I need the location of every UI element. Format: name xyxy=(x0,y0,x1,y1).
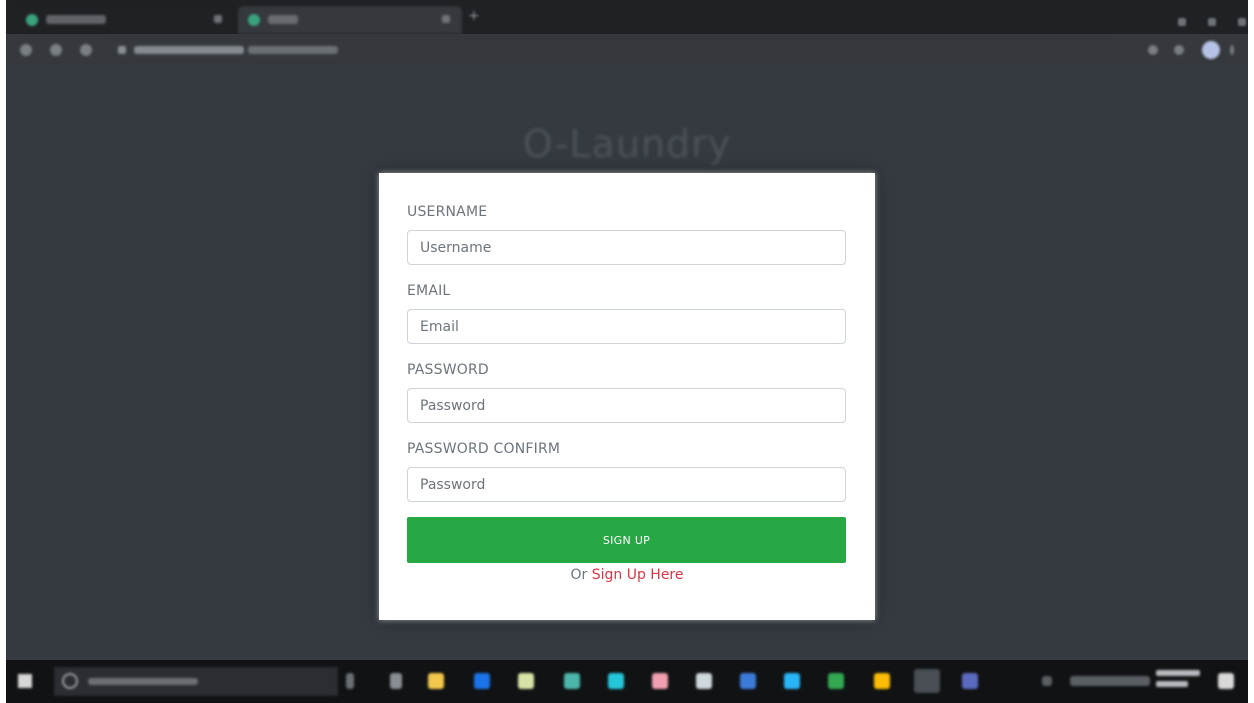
notes-app-icon[interactable] xyxy=(518,673,534,689)
taskbar-clock[interactable] xyxy=(1156,670,1200,692)
os-taskbar xyxy=(6,660,1248,703)
taskbar-app-icon[interactable] xyxy=(652,673,668,689)
email-label: EMAIL xyxy=(407,283,451,299)
forward-icon[interactable] xyxy=(50,44,62,56)
back-icon[interactable] xyxy=(20,44,32,56)
menu-kebab-icon[interactable] xyxy=(1230,45,1234,55)
laundry-favicon-icon xyxy=(26,14,38,26)
tab-title-placeholder xyxy=(46,15,106,24)
close-window-icon[interactable] xyxy=(1238,18,1246,26)
laundry-favicon-icon xyxy=(248,14,260,26)
sign-up-button[interactable]: SIGN UP xyxy=(407,517,846,563)
task-view-icon[interactable] xyxy=(346,673,354,689)
profile-avatar-icon[interactable] xyxy=(1202,41,1220,59)
tab-title-placeholder xyxy=(268,15,298,24)
alternate-action-line: Or Sign Up Here xyxy=(379,567,875,583)
close-icon[interactable] xyxy=(442,15,450,23)
sign-up-here-link[interactable]: Sign Up Here xyxy=(592,567,684,583)
close-icon[interactable] xyxy=(214,15,222,23)
signup-card: USERNAME EMAIL PASSWORD PASSWORD CONFIRM… xyxy=(379,173,875,620)
reload-icon[interactable] xyxy=(80,44,92,56)
url-host-blurred xyxy=(134,46,244,54)
notification-icon[interactable] xyxy=(1218,673,1234,689)
taskbar-search-box[interactable] xyxy=(54,667,338,696)
alt-prefix-text: Or xyxy=(570,567,588,583)
lock-icon xyxy=(118,46,126,54)
search-icon xyxy=(62,673,78,689)
chrome-browser-icon[interactable] xyxy=(914,669,940,693)
bookmark-icon[interactable] xyxy=(1148,45,1158,55)
password-input[interactable] xyxy=(407,388,846,423)
password-label: PASSWORD xyxy=(407,362,489,378)
maximize-icon[interactable] xyxy=(1208,18,1216,26)
extensions-icon[interactable] xyxy=(1174,45,1184,55)
password-confirm-input[interactable] xyxy=(407,467,846,502)
page-viewport: O-Laundry USERNAME EMAIL PASSWORD PASSWO… xyxy=(6,66,1248,660)
url-path-blurred xyxy=(248,46,338,54)
search-placeholder-blurred xyxy=(88,678,198,685)
taskbar-app-icon[interactable] xyxy=(608,673,624,689)
taskbar-app-icon[interactable] xyxy=(696,673,712,689)
system-tray-icons[interactable] xyxy=(1070,676,1150,686)
taskbar-app-icon[interactable] xyxy=(740,673,756,689)
taskbar-app-icon[interactable] xyxy=(828,673,844,689)
url-field[interactable] xyxy=(106,39,1116,61)
taskbar-app-icon[interactable] xyxy=(874,673,890,689)
tray-pen-icon[interactable] xyxy=(1042,676,1052,686)
windows-start-icon[interactable] xyxy=(18,674,32,688)
brand-title: O-Laundry xyxy=(522,122,732,166)
username-input[interactable] xyxy=(407,230,846,265)
desktop-screen: + O-Laundry USERNAME EMAIL PASSWORD PAS xyxy=(6,0,1248,703)
email-input[interactable] xyxy=(407,309,846,344)
browser-tab-inactive[interactable] xyxy=(16,6,234,34)
browser-tab-strip: + xyxy=(6,0,1248,34)
taskbar-app-icon[interactable] xyxy=(962,673,978,689)
edge-browser-icon[interactable] xyxy=(474,673,490,689)
browser-tab-active[interactable] xyxy=(238,6,462,34)
file-explorer-icon[interactable] xyxy=(428,673,444,689)
taskbar-app-icon[interactable] xyxy=(390,673,402,689)
new-tab-icon[interactable]: + xyxy=(468,9,480,23)
username-label: USERNAME xyxy=(407,204,488,220)
password-confirm-label: PASSWORD CONFIRM xyxy=(407,441,561,457)
taskbar-app-icon[interactable] xyxy=(564,673,580,689)
taskbar-app-icon[interactable] xyxy=(784,673,800,689)
browser-address-bar xyxy=(6,34,1248,66)
minimize-icon[interactable] xyxy=(1178,18,1186,26)
window-controls xyxy=(1156,11,1246,26)
